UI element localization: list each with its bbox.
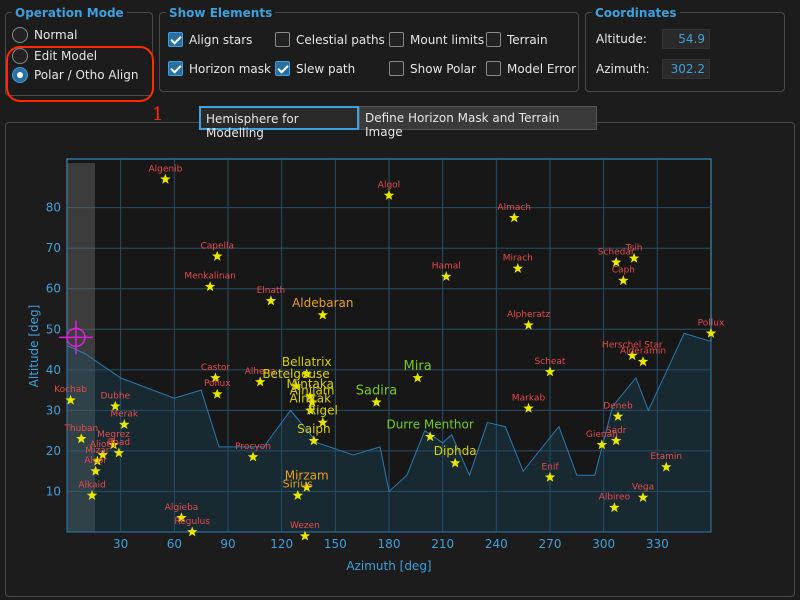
x-tick-label: 90: [220, 537, 235, 551]
star-label: Sadira: [356, 383, 397, 398]
star-label: Markab: [512, 393, 546, 403]
y-tick-label: 20: [46, 444, 61, 458]
x-tick-label: 240: [485, 537, 508, 551]
x-tick-label: 300: [592, 537, 615, 551]
star-label: Sirius: [283, 478, 314, 491]
star-label: Alcor: [84, 456, 107, 466]
x-tick-label: 180: [378, 537, 401, 551]
x-tick-label: 60: [167, 537, 182, 551]
star-label: Pollux: [698, 318, 725, 328]
star-label: Aldebaran: [292, 296, 353, 310]
y-tick-label: 30: [46, 403, 61, 417]
y-tick-label: 10: [46, 484, 61, 498]
star-label: Menkalinan: [184, 272, 236, 282]
x-tick-label: 120: [270, 537, 293, 551]
star-label: Merak: [110, 410, 139, 420]
star-label: Etamin: [650, 452, 682, 462]
star-label: Dubhe: [101, 391, 131, 401]
hemisphere-chart[interactable]: 30 60 90 120 150 180 210 240 270 300 330 10 20 30 40 50…: [0, 0, 800, 600]
star-label: Wezen: [290, 521, 320, 531]
y-tick-label: 80: [46, 201, 61, 215]
star-label: Tsih: [625, 243, 643, 253]
star-label: Capella: [200, 241, 234, 251]
star-label: Alpheratz: [507, 310, 550, 320]
star-label: Alkaid: [78, 481, 105, 491]
star-label: Kochab: [54, 385, 87, 395]
star-label: Procyon: [235, 442, 271, 452]
star-label: Almach: [497, 203, 531, 213]
y-axis-label: Altitude [deg]: [27, 305, 41, 388]
star-label: Mirach: [503, 253, 533, 263]
star-label: Enif: [541, 462, 559, 472]
x-tick-label: 30: [113, 537, 128, 551]
y-tick-label: 40: [46, 363, 61, 377]
x-tick-label: 270: [539, 537, 562, 551]
star-label: Caph: [612, 266, 635, 276]
star-label: Vega: [632, 483, 654, 493]
star-label: Rigel: [308, 404, 338, 418]
x-tick-label: 210: [431, 537, 454, 551]
star-label: Durre Menthor: [386, 418, 473, 432]
star-label: Castor: [201, 363, 231, 373]
star-label: Scheat: [535, 357, 566, 367]
star-label: Algenib: [148, 164, 182, 174]
star-label: Pollux: [204, 379, 231, 389]
star-label: Thuban: [63, 424, 98, 434]
star-label: Deneb: [603, 401, 633, 411]
star-label: Mizar: [85, 446, 110, 456]
y-tick-label: 70: [46, 241, 61, 255]
star-label: Diphda: [434, 444, 477, 458]
star-label: Elnath: [257, 286, 286, 296]
y-tick-label: 60: [46, 282, 61, 296]
star-label: Algieba: [165, 503, 199, 513]
star-label: Saiph: [297, 422, 331, 436]
star-label: Regulus: [174, 517, 210, 527]
x-tick-label: 150: [324, 537, 347, 551]
star-label: Gienah: [586, 430, 618, 440]
star-label: Mira: [404, 359, 432, 374]
y-tick-label: 50: [46, 322, 61, 336]
x-axis-label: Azimuth [deg]: [346, 559, 431, 573]
star-label: Albireo: [599, 493, 631, 503]
star-label: Algol: [378, 180, 400, 190]
star-label: Alderamin: [620, 347, 666, 357]
x-tick-label: 330: [646, 537, 669, 551]
star-label: Hamal: [432, 262, 461, 272]
